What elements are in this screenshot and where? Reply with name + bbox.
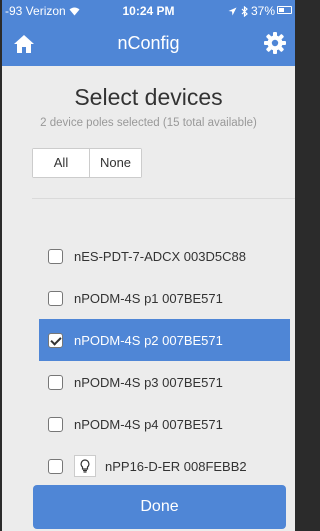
select-none-button[interactable]: None: [90, 149, 141, 177]
device-list: nES-PDT-7-ADCX 003D5C88 nPODM-4S p1 007B…: [39, 235, 290, 487]
checkbox[interactable]: [48, 416, 63, 432]
device-label: nPODM-4S p3 007BE571: [74, 374, 223, 390]
bluetooth-icon: [241, 6, 248, 18]
select-all-none-group: All None: [32, 148, 142, 178]
device-item[interactable]: nES-PDT-7-ADCX 003D5C88: [39, 235, 290, 277]
device-label: nPODM-4S p2 007BE571: [74, 332, 223, 348]
done-button[interactable]: Done: [33, 485, 286, 529]
divider: [32, 198, 295, 199]
status-bar: -93 Verizon 10:24 PM 37%: [2, 0, 295, 22]
app-screen: -93 Verizon 10:24 PM 37% nConfig Select …: [2, 0, 295, 531]
device-label: nES-PDT-7-ADCX 003D5C88: [74, 248, 246, 264]
checkbox[interactable]: [48, 248, 63, 264]
device-item-selected[interactable]: nPODM-4S p2 007BE571: [39, 319, 290, 361]
device-label: nPODM-4S p4 007BE571: [74, 416, 223, 432]
select-all-button[interactable]: All: [33, 149, 90, 177]
device-item[interactable]: nPODM-4S p4 007BE571: [39, 403, 290, 445]
device-item[interactable]: nPP16-D-ER 008FEBB2: [39, 445, 290, 487]
battery-status: 37%: [228, 4, 275, 18]
checkbox[interactable]: [48, 458, 63, 474]
checkbox[interactable]: [48, 374, 63, 390]
app-title: nConfig: [117, 33, 180, 53]
checkbox[interactable]: [48, 290, 63, 306]
device-label: nPP16-D-ER 008FEBB2: [105, 458, 247, 474]
device-item[interactable]: nPODM-4S p3 007BE571: [39, 361, 290, 403]
nav-bar: nConfig: [2, 22, 295, 66]
page-title: Select devices: [74, 84, 223, 110]
location-icon: [228, 7, 237, 16]
battery-icon: [277, 6, 292, 14]
device-label: nPODM-4S p1 007BE571: [74, 290, 223, 306]
lightbulb-icon: [74, 455, 96, 477]
gear-icon[interactable]: [263, 31, 287, 55]
selection-summary: 2 device poles selected (15 total availa…: [40, 117, 257, 129]
checkbox-checked[interactable]: [48, 332, 63, 348]
device-item[interactable]: nPODM-4S p1 007BE571: [39, 277, 290, 319]
